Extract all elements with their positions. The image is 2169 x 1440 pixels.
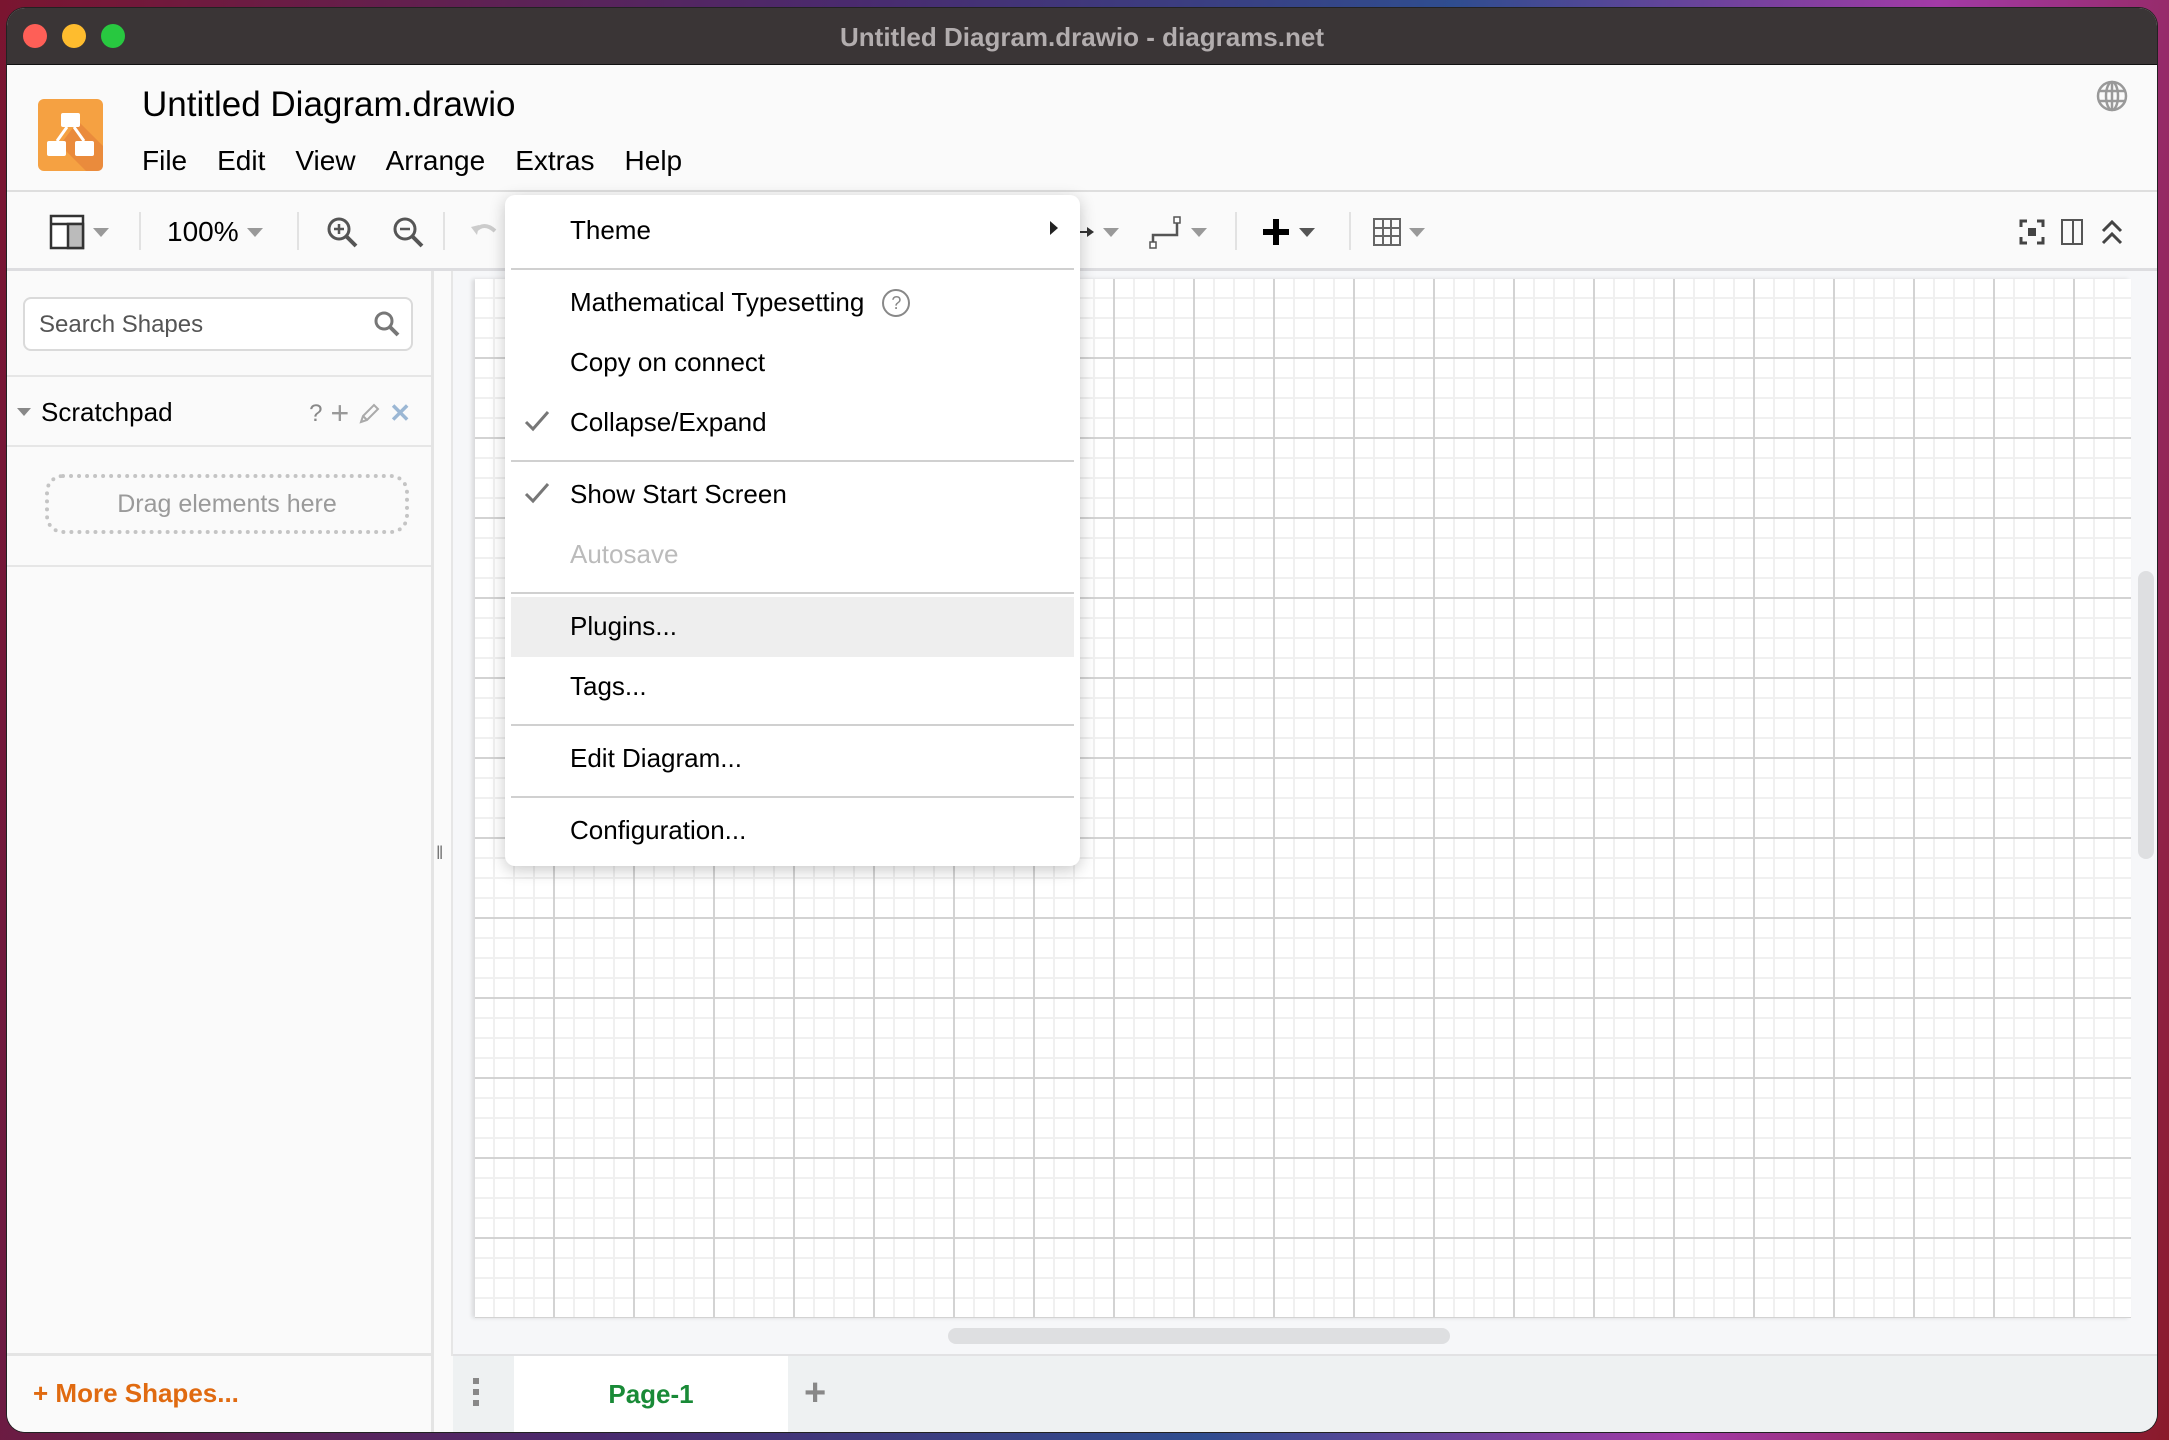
insert-plus-icon [1263, 219, 1289, 245]
menu-item-autosave: Autosave [505, 525, 1080, 585]
menu-view[interactable]: View [295, 145, 355, 177]
window-title: Untitled Diagram.drawio - diagrams.net [840, 22, 1324, 52]
toggle-format-panel-button[interactable] [2061, 214, 2083, 250]
page-tab-bar: Page-1 + [453, 1354, 2157, 1432]
scratchpad-close-button[interactable]: ✕ [389, 398, 411, 429]
menu-item-edit-diagram[interactable]: Edit Diagram... [505, 729, 1080, 789]
sidebar-footer: + More Shapes... [7, 1353, 431, 1432]
undo-button[interactable] [469, 214, 499, 250]
chevron-down-icon [93, 227, 109, 237]
more-shapes-button[interactable]: + More Shapes... [33, 1378, 239, 1409]
table-icon [1373, 218, 1401, 246]
app-window: Untitled Diagram.drawio - diagrams.net U… [7, 8, 2157, 1432]
waypoints-button[interactable] [1149, 214, 1207, 250]
zoom-level: 100% [167, 216, 239, 247]
menu-item-label: Edit Diagram... [570, 743, 742, 773]
menu-item-label: Show Start Screen [570, 479, 787, 509]
menu-item-copy-on-connect[interactable]: Copy on connect [505, 333, 1080, 393]
menu-item-show-start-screen[interactable]: Show Start Screen [505, 465, 1080, 525]
zoom-in-icon [327, 217, 358, 248]
search-icon[interactable] [373, 310, 401, 338]
help-circle-icon[interactable]: ? [882, 289, 911, 317]
scratchpad-dropzone[interactable]: Drag elements here [45, 474, 409, 534]
horizontal-scrollbar[interactable] [948, 1328, 1450, 1344]
checkmark-icon [524, 411, 550, 432]
chevron-down-icon [1299, 227, 1315, 237]
menu-item-label: Tags... [570, 671, 647, 701]
vertical-scrollbar[interactable] [2138, 571, 2154, 859]
menu-item-tags[interactable]: Tags... [505, 657, 1080, 717]
menu-item-plugins[interactable]: Plugins... [511, 597, 1074, 657]
menu-item-label: Autosave [570, 539, 679, 569]
search-shapes-field[interactable] [23, 297, 413, 351]
scratchpad-add-button[interactable]: + [331, 395, 350, 432]
format-panel-button[interactable] [49, 214, 109, 250]
menu-help[interactable]: Help [625, 145, 683, 177]
app-header: Untitled Diagram.drawio File Edit View A… [7, 65, 2157, 192]
menu-edit[interactable]: Edit [217, 145, 265, 177]
zoom-out-icon [393, 217, 424, 248]
fullscreen-button[interactable] [2019, 214, 2045, 250]
pages-menu-icon[interactable] [473, 1378, 479, 1411]
chevron-down-icon [1409, 227, 1425, 237]
table-button[interactable] [1373, 214, 1425, 250]
zoom-out-button[interactable] [391, 214, 425, 250]
search-shapes-input[interactable] [37, 310, 361, 340]
menu-item-label: Mathematical Typesetting [570, 287, 865, 317]
menu-file[interactable]: File [142, 145, 187, 177]
menu-extras[interactable]: Extras [515, 145, 594, 177]
menu-item-label: Copy on connect [570, 347, 766, 377]
collapse-triangle-icon [17, 408, 31, 416]
zoom-in-button[interactable] [325, 214, 359, 250]
zoom-dropdown[interactable]: 100% [167, 214, 263, 250]
collapse-toolbar-icon [2101, 219, 2123, 245]
fullscreen-icon [2019, 219, 2045, 245]
undo-icon [471, 224, 497, 235]
add-page-button[interactable]: + [804, 1372, 826, 1415]
menu-item-label: Configuration... [570, 815, 747, 845]
toggle-panel-icon [2061, 219, 2083, 245]
edit-pencil-icon[interactable] [357, 402, 381, 426]
menu-item-collapse-expand[interactable]: Collapse/Expand [505, 393, 1080, 453]
menu-item-label: Plugins... [570, 611, 677, 641]
title-bar: Untitled Diagram.drawio - diagrams.net [7, 8, 2157, 65]
connection-style-button[interactable] [1075, 214, 1119, 250]
menu-item-theme[interactable]: Theme [505, 201, 1080, 261]
document-title[interactable]: Untitled Diagram.drawio [142, 85, 515, 125]
menu-item-label: Collapse/Expand [570, 407, 767, 437]
shapes-sidebar: Scratchpad ? + ✕ Drag elements here + Mo… [7, 271, 434, 1432]
insert-button[interactable] [1261, 214, 1315, 250]
waypoint-icon [1149, 216, 1181, 249]
toolbar: 100% [7, 192, 2157, 271]
splitter-grip-icon[interactable]: ‖ [436, 843, 443, 864]
menu-bar: File Edit View Arrange Extras Help [142, 145, 712, 177]
globe-icon[interactable] [2095, 79, 2129, 113]
extras-dropdown-menu: Theme Mathematical Typesetting? Copy on … [505, 195, 1080, 866]
menu-item-mathematical-typesetting[interactable]: Mathematical Typesetting? [505, 273, 1080, 333]
chevron-down-icon [246, 227, 263, 237]
drawio-logo-icon [38, 99, 103, 171]
collapse-toolbar-button[interactable] [2101, 214, 2123, 250]
scratchpad-help-button[interactable]: ? [309, 400, 322, 428]
chevron-down-icon [1103, 227, 1119, 237]
format-panel-icon [49, 214, 85, 250]
scratchpad-header[interactable]: Scratchpad ? + ✕ [7, 377, 431, 445]
scratchpad-label: Scratchpad [41, 397, 173, 427]
menu-item-label: Theme [570, 215, 651, 245]
submenu-arrow-icon [1050, 221, 1058, 235]
checkmark-icon [524, 483, 550, 504]
menu-arrange[interactable]: Arrange [386, 145, 486, 177]
sidebar-splitter[interactable]: ‖ [434, 271, 453, 1356]
chevron-down-icon [1191, 227, 1207, 237]
page-tab[interactable]: Page-1 [514, 1356, 788, 1432]
menu-item-configuration[interactable]: Configuration... [505, 801, 1080, 861]
